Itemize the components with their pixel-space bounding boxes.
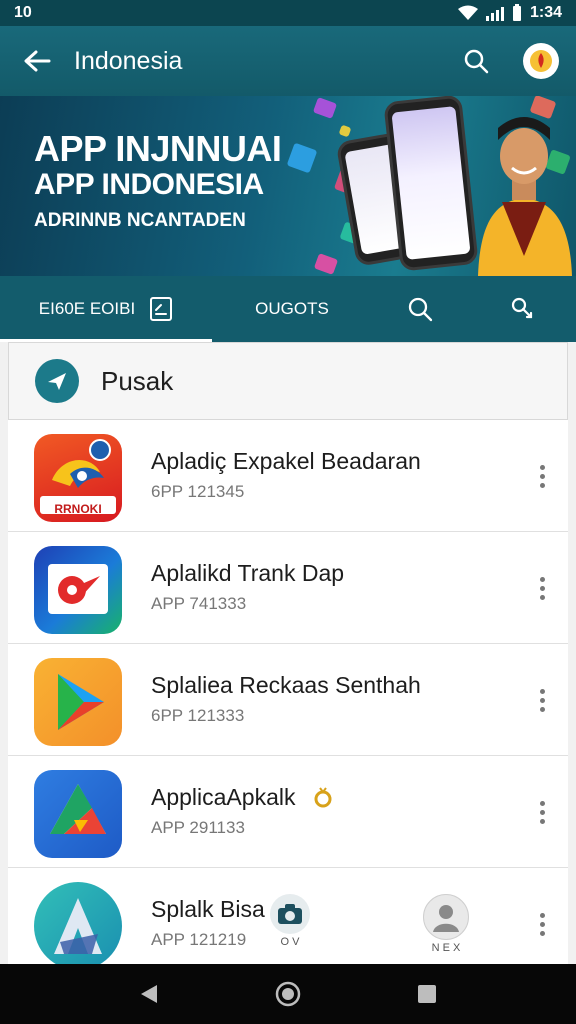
app-name: Splalk Bisa (151, 896, 265, 922)
avatar (523, 43, 559, 79)
arrow-left-icon (24, 50, 51, 72)
gem-decoration (338, 124, 352, 138)
app-code: APP 121219 (151, 930, 247, 949)
gem-decoration (312, 97, 338, 119)
app-code: 6PP 121345 (151, 482, 245, 501)
tab-bar: EI60E EOIBI OUGOTS (0, 276, 576, 342)
play-app-icon (34, 658, 122, 746)
tab-label: EI60E EOIBI (38, 299, 136, 318)
more-options-button[interactable] (532, 456, 552, 496)
section-header[interactable]: Pusak (8, 342, 568, 420)
list-item[interactable]: Splaliea Reckaas Senthah 6PP 121333 (8, 644, 568, 756)
banner-caption: ADRINNB NCANTADEN (34, 210, 246, 231)
more-options-button[interactable] (532, 792, 552, 832)
battery-icon (512, 4, 521, 21)
tab-label: OUGOTS (255, 299, 329, 318)
status-icons: 1:34 (457, 4, 562, 22)
badge-icon (314, 787, 332, 808)
gem-decoration (313, 253, 339, 275)
system-nav-bar (0, 964, 576, 1024)
document-icon (150, 297, 173, 321)
profile-button[interactable]: N E X (421, 894, 471, 954)
list-item[interactable]: ApplicaApkalk APP 291133 (8, 756, 568, 868)
app-bar: Indonesia (0, 26, 576, 96)
tab-main[interactable]: EI60E EOIBI (0, 276, 212, 342)
search-button[interactable] (446, 26, 506, 96)
recents-square-icon[interactable] (415, 982, 439, 1006)
more-options-button[interactable] (532, 568, 552, 608)
more-options-button[interactable] (532, 904, 552, 944)
person-icon (433, 905, 459, 932)
banner-headline: APP INJNNUAI (34, 128, 282, 169)
tab-ougots[interactable]: OUGOTS (212, 276, 372, 342)
app-code: APP 741333 (151, 594, 247, 613)
drive-app-icon (34, 770, 122, 858)
profile-label: N E X (431, 942, 461, 954)
account-avatar-button[interactable] (506, 26, 576, 96)
list-item[interactable]: Aplalikd Trank Dap APP 741333 (8, 532, 568, 644)
camera-label: O V (280, 936, 300, 948)
phone-illustration (383, 96, 479, 272)
list-item[interactable]: RRNOKI Apladiç Expakel Beadaran 6PP 1213… (8, 420, 568, 532)
status-left-text: 10 (14, 4, 32, 21)
app-name: Aplalikd Trank Dap (151, 560, 345, 586)
section-title: Pusak (101, 365, 174, 396)
more-options-button[interactable] (532, 680, 552, 720)
wifi-icon (457, 5, 478, 20)
app-code: APP 291133 (151, 818, 245, 837)
search-icon (408, 297, 433, 322)
arrow-app-icon (34, 546, 122, 634)
app-list: RRNOKI Apladiç Expakel Beadaran 6PP 1213… (8, 420, 568, 964)
home-circle-icon[interactable] (274, 980, 302, 1008)
app-name: Apladiç Expakel Beadaran (151, 448, 421, 474)
tab-link[interactable] (468, 276, 576, 342)
tab-search[interactable] (372, 276, 468, 342)
back-button[interactable] (0, 26, 74, 96)
app-name: Splaliea Reckaas Senthah (151, 672, 421, 698)
signal-icon (485, 5, 504, 21)
gem-decoration (286, 142, 318, 174)
page-title: Indonesia (74, 46, 183, 75)
promo-banner[interactable]: APP INJNNUAI APP INDONESIA ADRINNB NCANT… (0, 96, 576, 276)
status-time: 1:34 (529, 4, 562, 21)
camera-icon (278, 904, 302, 924)
search-icon (464, 49, 489, 74)
person-illustration (478, 117, 572, 276)
app-code: 6PP 121333 (151, 706, 245, 725)
send-icon (35, 359, 79, 403)
letter-a-app-icon (34, 882, 122, 964)
logo-icon (530, 50, 552, 72)
back-triangle-icon[interactable] (137, 982, 161, 1006)
app-name: ApplicaApkalk (151, 784, 296, 810)
status-bar: 10 1:34 (0, 0, 576, 26)
banner-subheadline: APP INDONESIA (34, 168, 264, 201)
app-icon-label: RRNOKI (54, 502, 102, 516)
camera-button[interactable]: O V (268, 894, 312, 948)
link-icon (511, 297, 533, 319)
